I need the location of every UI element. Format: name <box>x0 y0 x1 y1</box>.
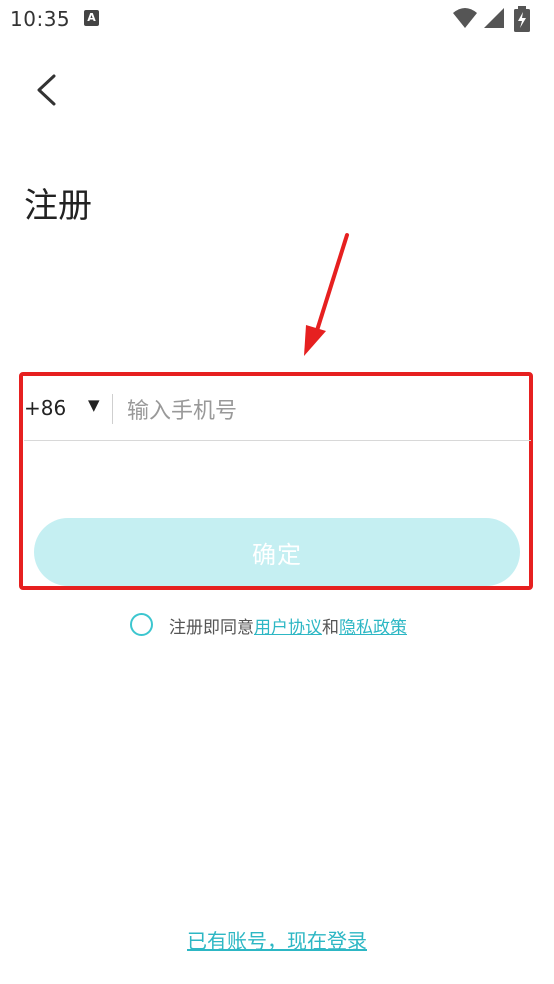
country-dropdown-icon[interactable]: ▼ <box>88 396 100 414</box>
privacy-policy-link[interactable]: 隐私政策 <box>339 618 407 638</box>
back-button[interactable] <box>24 66 72 114</box>
phone-input-row: +86 ▼ <box>24 384 531 441</box>
country-code[interactable]: +86 <box>24 396 66 420</box>
chevron-left-icon <box>37 74 56 106</box>
agreement-text: 注册即同意用户协议和隐私政策 <box>169 613 407 638</box>
status-time: 10:35 <box>10 7 71 31</box>
user-agreement-link[interactable]: 用户协议 <box>254 618 322 638</box>
wifi-icon <box>453 8 477 28</box>
page-title: 注册 <box>24 186 92 226</box>
signal-icon <box>484 8 504 28</box>
login-link[interactable]: 已有账号，现在登录 <box>187 929 367 953</box>
annotation-arrow-icon <box>304 233 349 356</box>
agreement-prefix: 注册即同意 <box>169 618 254 638</box>
battery-charging-icon <box>514 6 530 32</box>
confirm-button[interactable]: 确定 <box>34 518 520 586</box>
agreement-and: 和 <box>322 618 339 638</box>
status-icons <box>452 6 542 32</box>
status-bar: 10:35 A <box>0 0 554 38</box>
phone-input[interactable] <box>125 390 529 432</box>
login-link-row: 已有账号，现在登录 <box>0 925 554 954</box>
agreement-radio[interactable] <box>130 613 153 636</box>
phone-divider <box>112 394 113 424</box>
notification-app-icon: A <box>84 10 99 26</box>
